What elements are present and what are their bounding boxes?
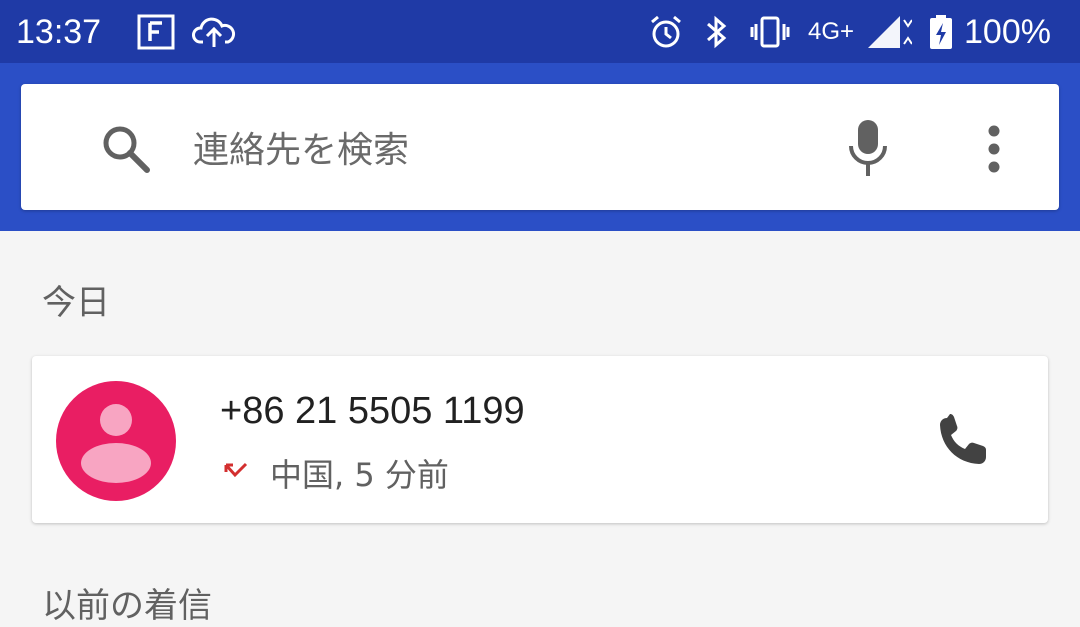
avatar-body: [81, 443, 151, 483]
caller-number: +86 21 5505 1199: [220, 390, 525, 432]
status-time: 13:37: [16, 13, 102, 51]
network-type: 4G+: [808, 18, 855, 45]
flipboard-icon: [137, 14, 175, 50]
call-log-item[interactable]: +86 21 5505 1199 中国, 5 分前: [32, 356, 1048, 523]
missed-call-icon: [224, 462, 248, 478]
signal-icon: [868, 16, 912, 48]
call-detail: 中国, 5 分前: [270, 456, 449, 494]
bluetooth-icon: [707, 15, 727, 49]
cloud-upload-icon: [192, 17, 236, 47]
search-input[interactable]: [191, 122, 795, 178]
battery-charging-icon: [930, 15, 952, 49]
section-header-earlier: 以前の着信: [42, 586, 212, 626]
header: [0, 63, 1080, 231]
battery-percentage: 100%: [964, 13, 1051, 51]
avatar[interactable]: [56, 381, 176, 501]
call-button[interactable]: [928, 406, 998, 476]
search-icon[interactable]: [99, 122, 153, 176]
phone-icon: [940, 414, 986, 464]
vibrate-icon: [750, 16, 790, 48]
search-bar[interactable]: [21, 84, 1059, 210]
alarm-icon: [651, 15, 681, 48]
avatar-head: [100, 404, 132, 436]
section-header-today: 今日: [42, 283, 110, 323]
mic-icon[interactable]: [847, 118, 889, 180]
status-bar: 13:37 4G+ 100%: [0, 0, 1080, 63]
more-options-icon[interactable]: [983, 124, 1005, 174]
